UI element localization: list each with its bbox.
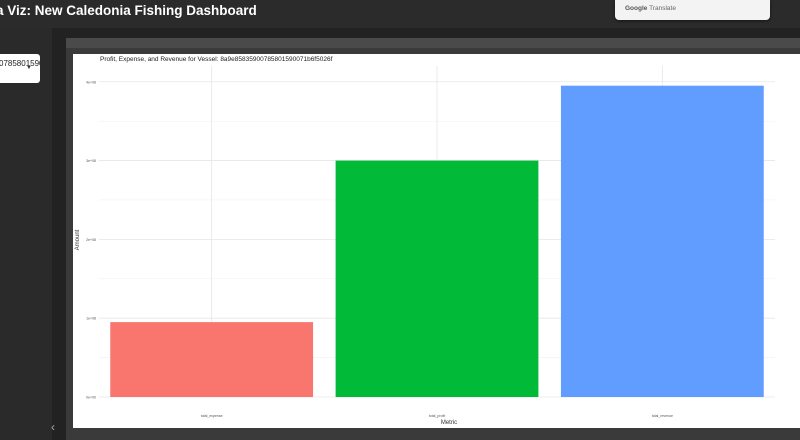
x-tick-label: total_expense [201, 414, 223, 418]
y-tick-label: 4e+08 [86, 80, 96, 84]
bar-chart: 0e+00 1e+08 2e+08 3e+08 4e+08 total_expense to… [75, 66, 775, 426]
y-tick-label: 0e+00 [86, 396, 96, 400]
bar-total_revenue [560, 85, 764, 397]
x-axis-label: Metric [441, 420, 457, 426]
x-tick-label: total_profit [429, 414, 445, 418]
bar-total_profit [335, 160, 539, 397]
y-tick-label: 3e+08 [86, 159, 96, 163]
x-tick-label: total_revenue [652, 414, 673, 418]
y-tick-label: 1e+08 [86, 317, 96, 321]
y-axis-label: Amount [75, 229, 81, 250]
y-tick-label: 2e+08 [86, 238, 96, 242]
bar-total_expense [110, 322, 314, 397]
